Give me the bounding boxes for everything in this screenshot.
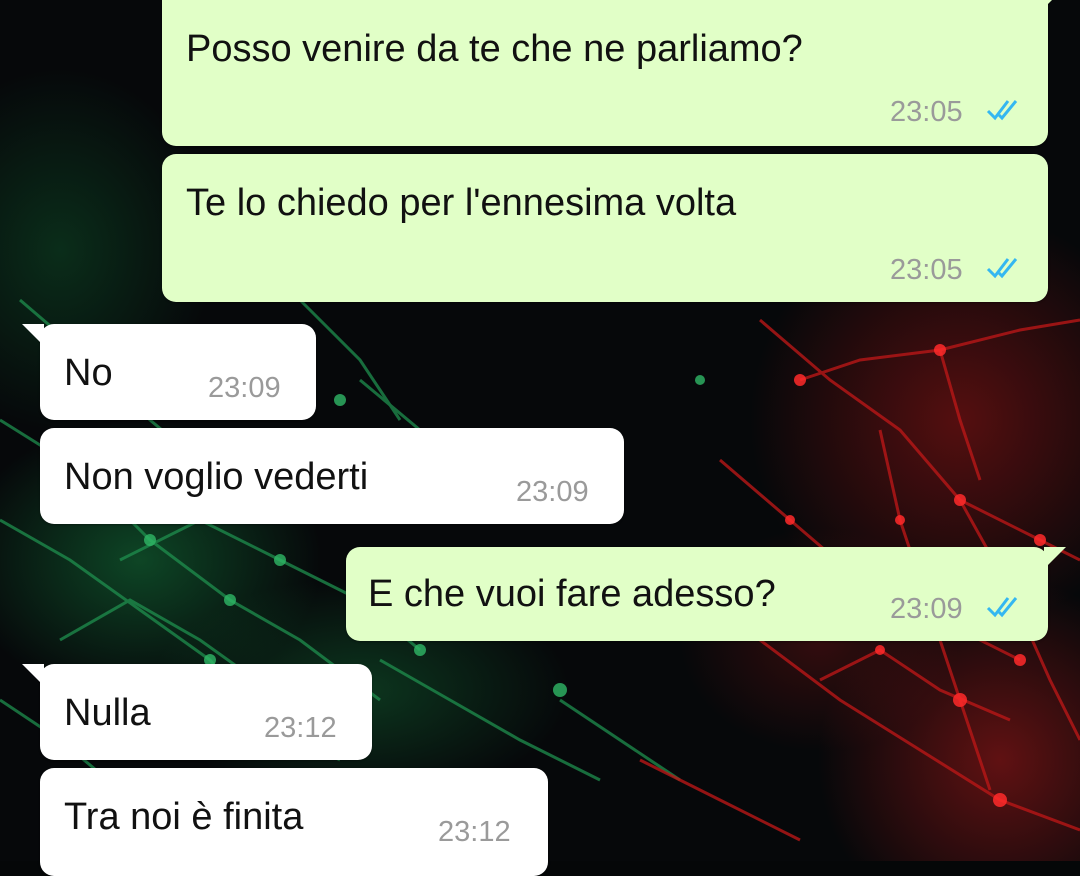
message-text: Nulla bbox=[64, 692, 151, 734]
message-time: 23:12 bbox=[438, 816, 511, 848]
message-text: Te lo chiedo per l'ennesima volta bbox=[186, 182, 737, 224]
message-time: 23:09 bbox=[516, 476, 589, 508]
bubble-tail bbox=[22, 664, 44, 686]
message-text: Non voglio vederti bbox=[64, 456, 369, 498]
message-time: 23:09 bbox=[890, 593, 963, 625]
message-time: 23:05 bbox=[890, 96, 963, 128]
message-text: Tra noi è finita bbox=[64, 796, 304, 838]
message-text: Posso venire da te che ne parliamo? bbox=[186, 28, 803, 70]
outgoing-message[interactable]: Posso venire da te che ne parliamo? 23:0… bbox=[162, 0, 1066, 146]
incoming-message[interactable]: Nulla 23:12 bbox=[22, 664, 372, 760]
double-check-icon bbox=[986, 597, 1018, 618]
bubble-tail bbox=[22, 324, 44, 346]
outgoing-message[interactable]: E che vuoi fare adesso? 23:09 bbox=[346, 547, 1066, 641]
message-time: 23:12 bbox=[264, 712, 337, 744]
bubble-tail bbox=[1044, 547, 1066, 569]
message-time: 23:09 bbox=[208, 372, 281, 404]
incoming-message[interactable]: Tra noi è finita 23:12 bbox=[40, 768, 548, 876]
message-time: 23:05 bbox=[890, 254, 963, 286]
incoming-message[interactable]: No 23:09 bbox=[22, 324, 316, 420]
bubble-tail bbox=[1044, 0, 1066, 8]
outgoing-message[interactable]: Te lo chiedo per l'ennesima volta 23:05 bbox=[162, 154, 1048, 302]
incoming-message[interactable]: Non voglio vederti 23:09 bbox=[40, 428, 624, 524]
double-check-icon bbox=[986, 100, 1018, 121]
message-text: E che vuoi fare adesso? bbox=[368, 573, 776, 615]
double-check-icon bbox=[986, 258, 1018, 279]
message-text: No bbox=[64, 352, 113, 394]
